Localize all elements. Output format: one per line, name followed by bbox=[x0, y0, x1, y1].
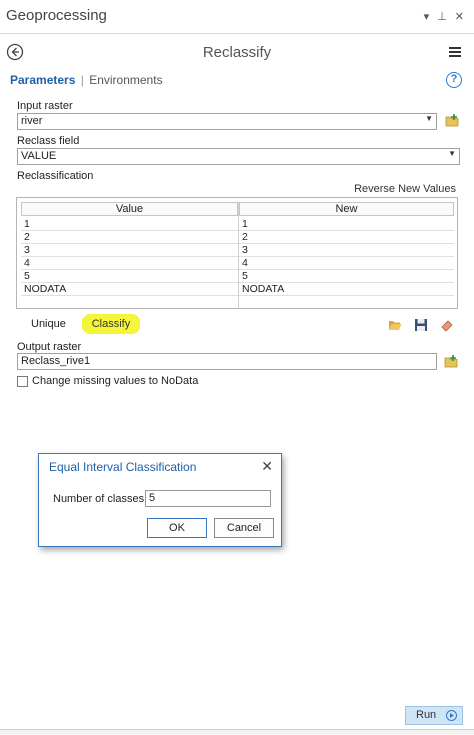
chevron-down-icon: ▼ bbox=[425, 114, 433, 123]
dropdown-menu-icon[interactable]: ▾ bbox=[424, 10, 430, 23]
add-data-folder-icon[interactable] bbox=[444, 113, 460, 129]
reclass-field-value: VALUE bbox=[21, 150, 57, 162]
missing-values-label: Change missing values to NoData bbox=[32, 375, 199, 387]
pin-icon[interactable]: ⊥ bbox=[437, 10, 447, 23]
tab-separator: | bbox=[80, 73, 84, 87]
save-icon[interactable] bbox=[414, 318, 428, 332]
ok-button[interactable]: OK bbox=[147, 518, 207, 538]
table-cell-value[interactable]: 4 bbox=[21, 257, 238, 270]
browse-folder-icon[interactable] bbox=[443, 354, 459, 370]
open-folder-icon[interactable] bbox=[388, 318, 402, 332]
missing-values-checkbox[interactable] bbox=[17, 376, 28, 387]
window-controls: ▾ ⊥ ✕ bbox=[424, 10, 464, 23]
table-cell-value[interactable]: NODATA bbox=[21, 283, 238, 296]
table-cell-value[interactable]: 5 bbox=[21, 270, 238, 283]
table-cell-new[interactable]: 4 bbox=[239, 257, 454, 270]
table-cell-new[interactable]: 1 bbox=[239, 218, 454, 231]
window-title: Geoprocessing bbox=[6, 7, 107, 24]
table-cell-value[interactable]: 2 bbox=[21, 231, 238, 244]
column-header-new[interactable]: New bbox=[239, 202, 454, 216]
input-raster-label: Input raster bbox=[17, 100, 73, 112]
number-of-classes-label: Number of classes bbox=[53, 493, 145, 505]
tool-title: Reclassify bbox=[202, 44, 272, 61]
dialog-title: Equal Interval Classification bbox=[49, 460, 197, 474]
reverse-new-values-button[interactable]: Reverse New Values bbox=[354, 183, 456, 195]
equal-interval-dialog: Equal Interval Classification ✕ Number o… bbox=[38, 453, 282, 547]
reclass-field-dropdown[interactable]: VALUE ▼ bbox=[17, 148, 460, 165]
output-raster-value: Reclass_rive1 bbox=[21, 355, 91, 367]
close-icon[interactable]: ✕ bbox=[455, 10, 464, 23]
input-raster-value: river bbox=[21, 115, 43, 127]
eraser-icon[interactable] bbox=[440, 318, 454, 332]
tab-environments[interactable]: Environments bbox=[89, 73, 162, 87]
cancel-button[interactable]: Cancel bbox=[214, 518, 274, 538]
input-raster-dropdown[interactable]: river ▼ bbox=[17, 113, 437, 130]
table-cell-value[interactable]: 3 bbox=[21, 244, 238, 257]
table-cell-new[interactable]: 5 bbox=[239, 270, 454, 283]
tab-bar: Parameters | Environments bbox=[10, 73, 163, 87]
close-icon[interactable]: ✕ bbox=[261, 458, 273, 475]
table-cell-new[interactable]: NODATA bbox=[239, 283, 454, 296]
hamburger-menu-icon[interactable] bbox=[448, 45, 462, 59]
column-header-value[interactable]: Value bbox=[21, 202, 238, 216]
classify-button[interactable]: Classify bbox=[82, 314, 140, 334]
run-button[interactable]: Run bbox=[405, 706, 463, 725]
run-label: Run bbox=[416, 709, 437, 721]
chevron-down-icon: ▼ bbox=[448, 149, 456, 158]
table-cell-value[interactable]: 1 bbox=[21, 218, 238, 231]
help-icon[interactable]: ? bbox=[446, 72, 462, 88]
reclass-field-label: Reclass field bbox=[17, 135, 80, 147]
output-raster-input[interactable]: Reclass_rive1 bbox=[17, 353, 437, 370]
tab-parameters[interactable]: Parameters bbox=[10, 73, 75, 87]
reclassification-table: Value New 1 1 2 2 3 3 4 4 5 5 NODATA NOD… bbox=[16, 197, 458, 309]
table-cell-new[interactable]: 3 bbox=[239, 244, 454, 257]
unique-button[interactable]: Unique bbox=[31, 318, 66, 330]
reclassification-label: Reclassification bbox=[17, 170, 94, 182]
title-bar: Geoprocessing ▾ ⊥ ✕ bbox=[0, 0, 474, 34]
output-raster-label: Output raster bbox=[17, 341, 82, 353]
bottom-status-bar bbox=[0, 729, 474, 735]
number-of-classes-input[interactable]: 5 bbox=[145, 490, 271, 507]
table-cell-new[interactable]: 2 bbox=[239, 231, 454, 244]
table-cell-value-empty[interactable] bbox=[21, 296, 238, 309]
play-icon bbox=[446, 710, 457, 721]
table-cell-new-empty[interactable] bbox=[239, 296, 454, 309]
